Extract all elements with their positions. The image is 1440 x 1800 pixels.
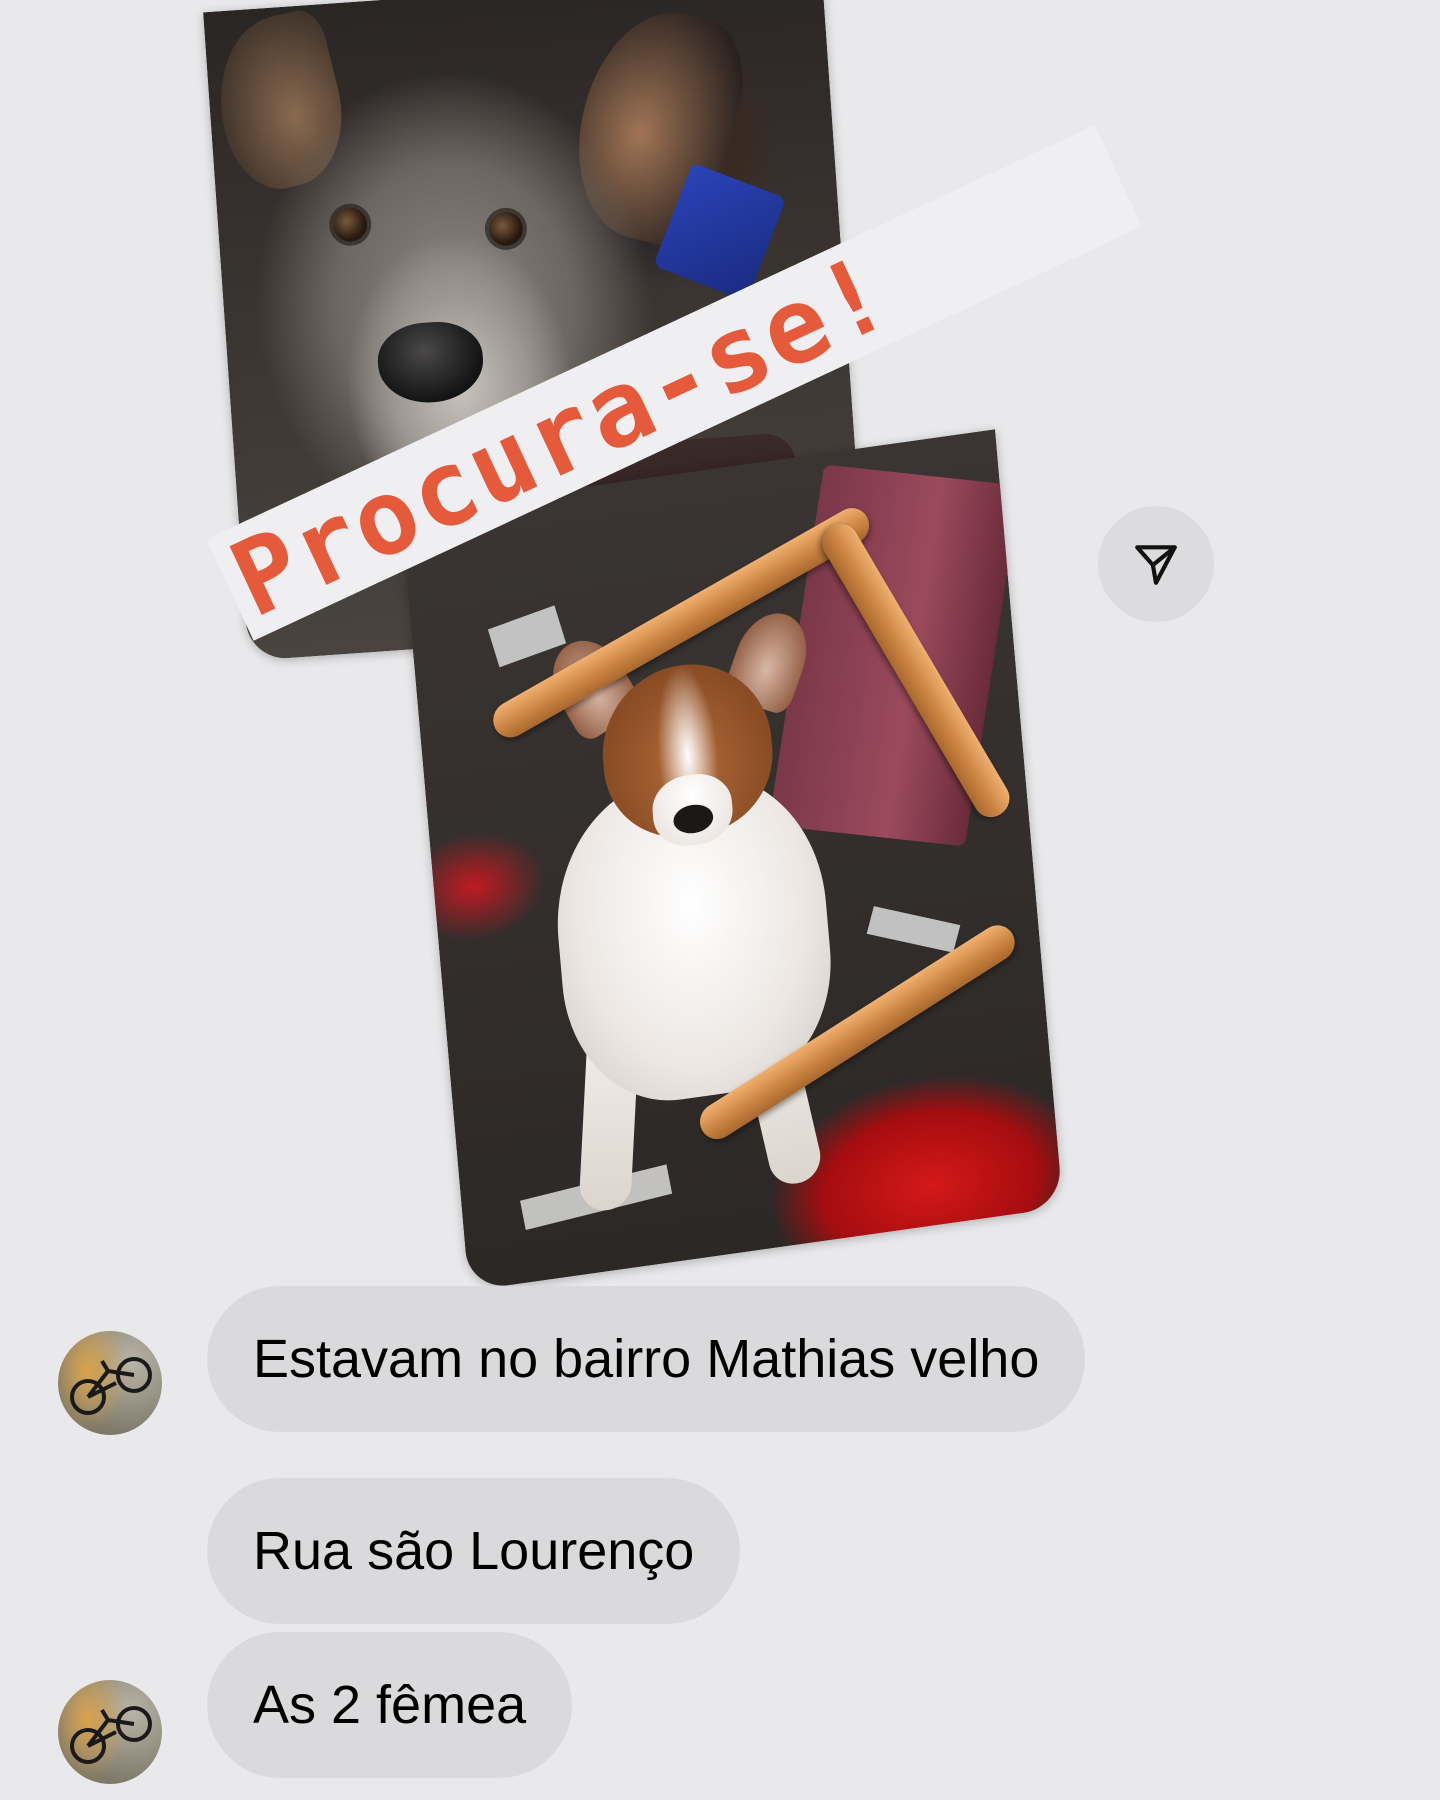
share-button[interactable]: [1098, 506, 1214, 622]
floor-debris: [866, 906, 961, 953]
bicycle-icon: [70, 1357, 152, 1415]
paper-plane-icon: [1135, 545, 1177, 585]
shared-story[interactable]: Procura-se!: [0, 0, 1440, 1291]
floor-debris: [487, 605, 567, 668]
message-bubble[interactable]: Rua são Lourenço: [207, 1478, 741, 1624]
avatar[interactable]: [58, 1331, 162, 1435]
bicycle-icon: [70, 1706, 152, 1764]
story-photo-white-brown-dog: [400, 429, 1064, 1291]
message-bubble[interactable]: Estavam no bairro Mathias velho: [207, 1286, 1086, 1432]
message-bubble[interactable]: As 2 fêmea: [207, 1632, 573, 1778]
avatar[interactable]: [58, 1680, 162, 1784]
